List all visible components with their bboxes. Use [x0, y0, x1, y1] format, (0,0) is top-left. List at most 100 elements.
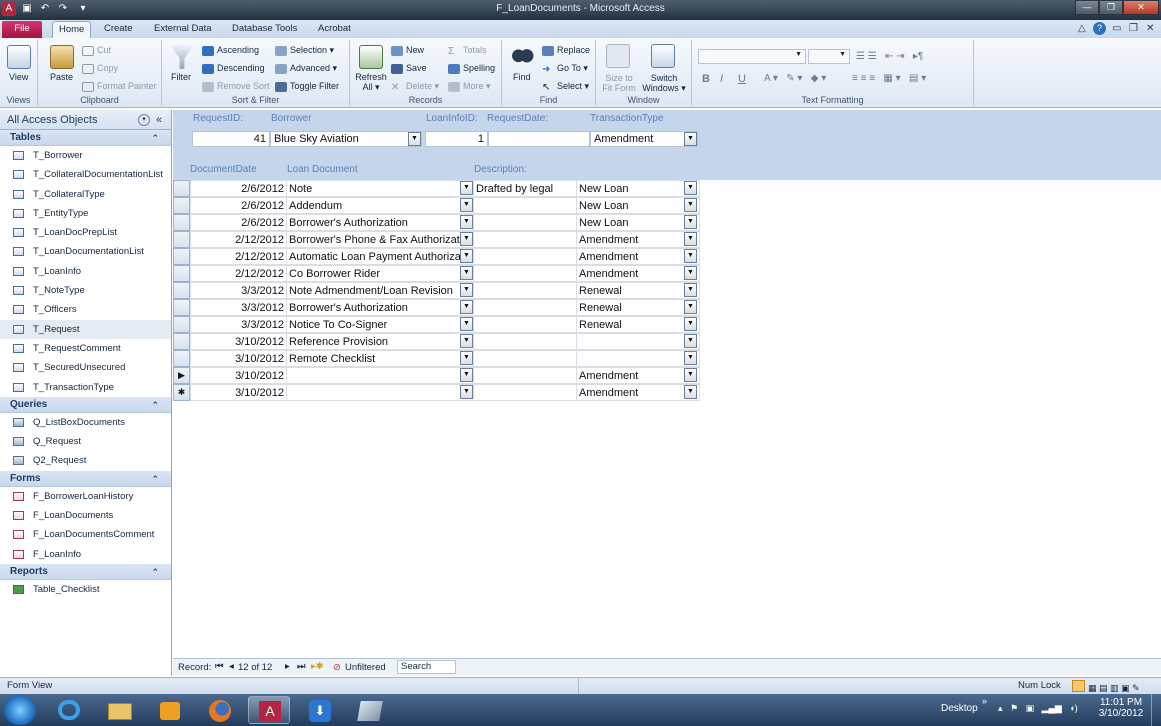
tab-database-tools[interactable]: Database Tools [226, 21, 303, 38]
loan-document-combo[interactable]: Notice To Co-Signer [286, 316, 475, 333]
transaction-type-dropdown-arrow-icon[interactable]: ▼ [684, 334, 697, 348]
record-selector[interactable]: ▶ [173, 367, 190, 384]
nav-item[interactable]: T_LoanDocPrepList [0, 223, 171, 242]
collapse-chevron-icon[interactable]: ⌃ [151, 130, 159, 146]
transaction-type-dropdown-arrow-icon[interactable]: ▼ [684, 266, 697, 280]
transaction-type-dropdown-arrow-icon[interactable]: ▼ [684, 368, 697, 382]
transaction-type-dropdown-arrow-icon[interactable]: ▼ [684, 132, 697, 146]
taskbar-firefox[interactable] [198, 696, 240, 724]
document-date-field[interactable]: 2/12/2012 [190, 248, 287, 265]
transaction-type-combo[interactable]: Amendment [576, 231, 700, 248]
loan-document-dropdown-arrow-icon[interactable]: ▼ [460, 317, 473, 331]
tab-acrobat[interactable]: Acrobat [312, 21, 357, 38]
transaction-type-combo[interactable] [576, 333, 700, 350]
description-field[interactable] [473, 333, 577, 350]
nav-item[interactable]: F_LoanDocuments [0, 506, 171, 525]
nav-item[interactable]: T_LoanDocumentationList [0, 242, 171, 261]
select-button[interactable]: ↖ Select ▾ [542, 81, 589, 93]
loan-document-dropdown-arrow-icon[interactable]: ▼ [460, 283, 473, 297]
transaction-type-dropdown-arrow-icon[interactable]: ▼ [684, 385, 697, 399]
cut-button[interactable]: Cut [82, 45, 111, 56]
loan-document-dropdown-arrow-icon[interactable]: ▼ [460, 266, 473, 280]
selection-button[interactable]: Selection ▾ [275, 45, 334, 56]
record-selector[interactable] [173, 197, 190, 214]
loan-document-dropdown-arrow-icon[interactable]: ▼ [460, 198, 473, 212]
taskbar-ie[interactable] [48, 696, 90, 724]
size-to-fit-button[interactable]: Size to Fit Form [601, 73, 637, 93]
italic-button[interactable]: I [720, 73, 723, 85]
document-date-field[interactable]: 3/10/2012 [190, 367, 287, 384]
shutter-bar-icon[interactable]: « [156, 110, 162, 130]
tab-create[interactable]: Create [98, 21, 139, 38]
nav-item[interactable]: T_Request [0, 319, 171, 339]
refresh-all-button[interactable]: Refresh All ▾ [355, 72, 387, 93]
loan-document-combo[interactable]: Addendum [286, 197, 475, 214]
description-field[interactable] [473, 282, 577, 299]
transaction-type-combo[interactable]: Amendment [576, 248, 700, 265]
mdi-minimize-icon[interactable]: ▭ [1112, 23, 1121, 34]
loan-document-combo[interactable] [286, 367, 475, 384]
mdi-close-icon[interactable]: ✕ [1146, 23, 1154, 34]
help-icon[interactable]: ? [1093, 22, 1106, 35]
record-selector[interactable] [173, 333, 190, 350]
loan-document-dropdown-arrow-icon[interactable]: ▼ [460, 215, 473, 229]
description-field[interactable] [473, 197, 577, 214]
record-selector[interactable]: ✱ [173, 384, 190, 401]
transaction-type-dropdown-arrow-icon[interactable]: ▼ [684, 198, 697, 212]
transaction-type-combo[interactable]: New Loan [576, 197, 700, 214]
loan-document-combo[interactable]: Note Admendment/Loan Revision [286, 282, 475, 299]
description-field[interactable] [473, 265, 577, 282]
loan-document-combo[interactable] [286, 384, 475, 401]
nav-item[interactable]: T_CollateralDocumentationList [0, 165, 171, 184]
nav-item[interactable]: F_BorrowerLoanHistory [0, 487, 171, 506]
nav-section-forms[interactable]: Forms ⌃ [0, 470, 171, 487]
collapse-chevron-icon[interactable]: ⌃ [151, 564, 159, 580]
loan-document-combo[interactable]: Borrower's Authorization [286, 299, 475, 316]
transaction-type-dropdown-arrow-icon[interactable]: ▼ [684, 232, 697, 246]
document-date-field[interactable]: 3/3/2012 [190, 299, 287, 316]
transaction-type-combo[interactable]: Renewal [576, 316, 700, 333]
copy-button[interactable]: Copy [82, 63, 118, 74]
collapse-chevron-icon[interactable]: ⌃ [151, 397, 159, 413]
maximize-button[interactable]: ❐ [1099, 0, 1123, 15]
transaction-type-dropdown-arrow-icon[interactable]: ▼ [684, 181, 697, 195]
transaction-type-combo[interactable]: Amendment [576, 265, 700, 282]
nav-item[interactable]: T_EntityType [0, 204, 171, 223]
new-record-nav-icon[interactable]: ▸✱ [311, 661, 324, 672]
minimize-button[interactable]: — [1075, 0, 1099, 15]
font-name-dropdown[interactable]: ▼ [698, 49, 806, 64]
search-box[interactable]: Search [397, 660, 456, 674]
transaction-type-dropdown-arrow-icon[interactable]: ▼ [684, 283, 697, 297]
loan-document-combo[interactable]: Co Borrower Rider [286, 265, 475, 282]
transaction-type-combo[interactable]: Amendment [576, 367, 700, 384]
document-date-field[interactable]: 3/10/2012 [190, 384, 287, 401]
loan-document-combo[interactable]: Reference Provision [286, 333, 475, 350]
loan-document-dropdown-arrow-icon[interactable]: ▼ [460, 300, 473, 314]
description-field[interactable] [473, 316, 577, 333]
loan-document-combo[interactable]: Remote Checklist [286, 350, 475, 367]
ribbon-minimize-icon[interactable]: △ [1078, 23, 1086, 34]
document-date-field[interactable]: 2/6/2012 [190, 180, 287, 197]
underline-button[interactable]: U [738, 73, 746, 85]
tab-home[interactable]: Home [52, 21, 92, 38]
find-button[interactable]: Find [513, 72, 531, 82]
clock[interactable]: 11:01 PM 3/10/2012 [1098, 697, 1144, 719]
ascending-button[interactable]: Ascending [202, 45, 259, 56]
borrower-combo[interactable]: Blue Sky Aviation [270, 131, 422, 147]
loan-document-dropdown-arrow-icon[interactable]: ▼ [460, 249, 473, 263]
start-button[interactable] [4, 695, 36, 725]
description-field[interactable] [473, 231, 577, 248]
record-selector[interactable] [173, 231, 190, 248]
transaction-type-combo[interactable] [576, 350, 700, 367]
nav-item[interactable]: T_RequestComment [0, 339, 171, 358]
transaction-type-combo[interactable]: Amendment [576, 384, 700, 401]
bold-button[interactable]: B [702, 73, 710, 85]
transaction-type-combo[interactable]: New Loan [576, 180, 700, 197]
nav-item[interactable]: T_CollateralType [0, 185, 171, 204]
record-selector[interactable] [173, 299, 190, 316]
taskbar-media-player[interactable] [148, 696, 190, 724]
nav-section-queries[interactable]: Queries ⌃ [0, 396, 171, 413]
nav-item[interactable]: T_Officers [0, 300, 171, 319]
next-record-icon[interactable]: ▸ [285, 661, 290, 672]
nav-section-reports[interactable]: Reports ⌃ [0, 563, 171, 580]
